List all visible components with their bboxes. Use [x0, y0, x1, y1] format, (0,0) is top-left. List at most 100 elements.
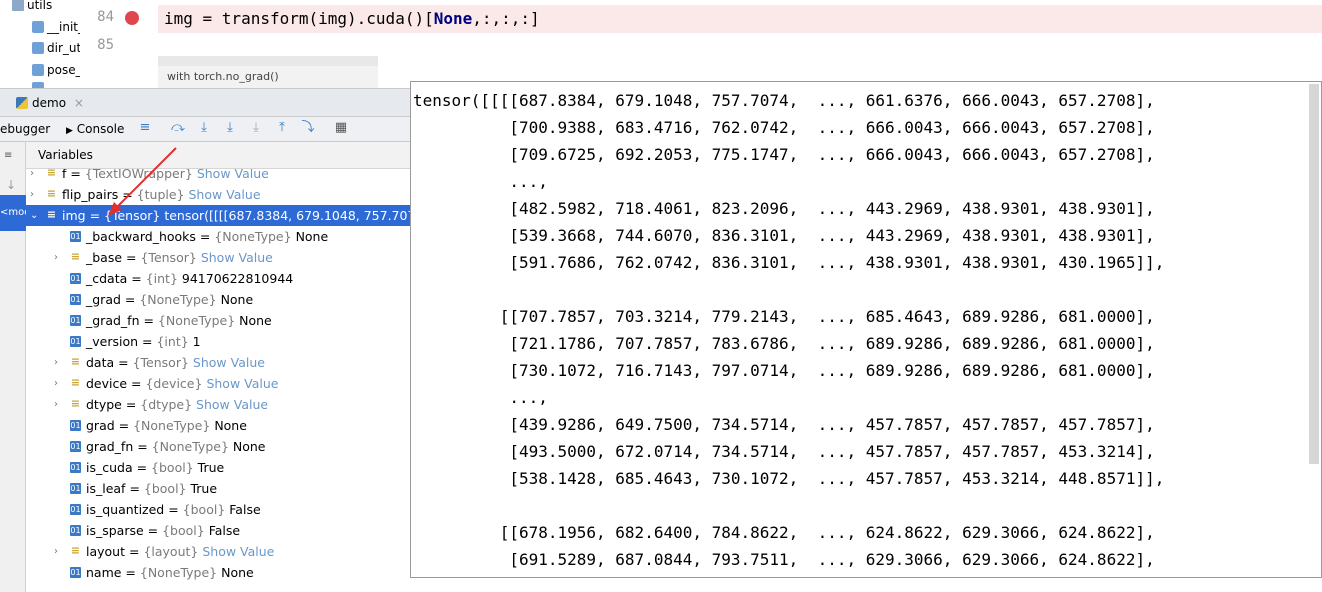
equals-sign: = — [138, 334, 157, 349]
expand-arrow-icon[interactable]: › — [54, 352, 58, 373]
equals-sign: = — [125, 481, 144, 496]
variable-row[interactable]: 01 grad_fn = {NoneType} None — [26, 436, 410, 457]
variable-list-icon: ≡ — [46, 169, 57, 179]
expand-arrow-icon[interactable]: › — [30, 184, 34, 205]
equals-sign: = — [132, 460, 152, 475]
variable-name: dtype — [86, 397, 122, 412]
step-out-icon[interactable]: ⤒ — [275, 121, 289, 135]
variable-name: device — [86, 376, 128, 391]
variable-primitive-icon: 01 — [70, 441, 81, 452]
show-value-link[interactable]: Show Value — [188, 187, 260, 202]
variable-value: True — [190, 481, 218, 496]
tensor-value-popup[interactable]: tensor([[[[687.8384, 679.1048, 757.7074,… — [410, 81, 1322, 578]
variable-type: {NoneType} — [157, 313, 236, 328]
variable-name: _grad — [86, 292, 121, 307]
run-to-cursor-icon[interactable]: ⤵ — [301, 121, 315, 135]
equals-sign: = — [125, 544, 144, 559]
variable-row[interactable]: 01 grad = {NoneType} None — [26, 415, 410, 436]
variable-row[interactable]: 01 is_leaf = {bool} True — [26, 478, 410, 499]
tab-demo[interactable]: demo × — [16, 94, 84, 112]
tab-debugger[interactable]: ebugger — [0, 122, 50, 136]
tree-folder-utils[interactable]: utils — [12, 0, 52, 15]
variable-name: layout — [86, 544, 126, 559]
variable-primitive-icon: 01 — [70, 336, 81, 347]
variable-type: {bool} — [151, 460, 194, 475]
equals-sign: = — [121, 397, 141, 412]
expand-arrow-icon[interactable]: › — [54, 247, 58, 268]
equals-sign: = — [139, 313, 158, 328]
step-over-icon[interactable]: ⤼ — [171, 121, 185, 135]
variable-value: None — [239, 313, 272, 328]
variable-row[interactable]: 01 _grad_fn = {NoneType} None — [26, 310, 410, 331]
close-icon[interactable]: × — [74, 96, 84, 110]
variable-value: tensor([[[[687.8384, 679.1048, 757.7074,… — [164, 208, 410, 223]
variable-primitive-icon: 01 — [70, 420, 81, 431]
step-into-icon[interactable]: ⤓ — [197, 121, 211, 135]
expand-arrow-icon[interactable]: › — [54, 373, 58, 394]
equals-sign: = — [133, 439, 152, 454]
breakpoint-icon[interactable] — [125, 11, 139, 25]
frame-selected[interactable]: <mod — [0, 195, 26, 231]
variable-type: {bool} — [162, 523, 205, 538]
debug-toolbar: ebugger ▶ Console ≡ ⤼ ⤓ ⤓ ⤓ ⤒ ⤵ ▦ — [0, 117, 410, 142]
variable-list-icon: ≡ — [70, 376, 81, 389]
equals-sign: = — [121, 565, 140, 580]
variable-type: {Tensor} — [132, 355, 189, 370]
variable-list-icon: ≡ — [46, 187, 57, 200]
python-file-icon — [32, 64, 44, 76]
variable-type: {NoneType} — [133, 418, 211, 433]
expand-arrow-icon[interactable]: ⌄ — [30, 205, 38, 226]
down-arrow-icon[interactable]: ↓ — [6, 178, 16, 192]
variable-row[interactable]: 01 is_sparse = {bool} False — [26, 520, 410, 541]
tree-file[interactable]: __init_ — [32, 17, 80, 37]
expand-arrow-icon[interactable]: › — [54, 394, 58, 415]
variable-row[interactable]: › ≡ data = {Tensor} Show Value — [26, 352, 410, 373]
show-value-link[interactable]: Show Value — [202, 544, 274, 559]
variable-name: is_leaf — [86, 481, 126, 496]
equals-sign: = — [114, 418, 134, 433]
expand-arrow-icon[interactable]: › — [30, 169, 34, 184]
variable-name: grad_fn — [86, 439, 134, 454]
show-value-link[interactable]: Show Value — [196, 397, 268, 412]
variable-row[interactable]: 01 is_quantized = {bool} False — [26, 499, 410, 520]
variable-row[interactable]: › ≡ device = {device} Show Value — [26, 373, 410, 394]
variables-list: › ≡ f = {TextIOWrapper} Show Value › ≡ flip_p… — [26, 169, 410, 592]
step-into-my-code-icon[interactable]: ⤓ — [223, 121, 237, 135]
show-value-link[interactable]: Show Value — [206, 376, 278, 391]
force-step-into-icon[interactable]: ⤓ — [249, 121, 263, 135]
variable-row[interactable]: 01 _grad = {NoneType} None — [26, 289, 410, 310]
evaluate-expression-icon[interactable]: ▦ — [334, 121, 348, 135]
variable-row[interactable]: 01 _cdata = {int} 94170622810944 — [26, 268, 410, 289]
show-value-link[interactable]: Show Value — [197, 169, 269, 181]
code-line-84[interactable]: img = transform(img).cuda()[None,:,:,:] — [164, 9, 540, 28]
tensor-text: tensor([[[[687.8384, 679.1048, 757.7074,… — [413, 91, 1165, 569]
editor-gutter: 84 85 — [80, 0, 159, 88]
variable-type: {NoneType} — [139, 292, 217, 307]
variable-row[interactable]: 01 is_cuda = {bool} True — [26, 457, 410, 478]
tree-file[interactable]: - — [32, 78, 51, 88]
tree-file[interactable]: dir_ut — [32, 38, 80, 58]
variable-row[interactable]: › ≡ layout = {layout} Show Value — [26, 541, 410, 562]
variable-name: _base — [86, 250, 123, 265]
expand-arrow-icon[interactable]: › — [54, 541, 58, 562]
variable-value: None — [221, 565, 254, 580]
python-file-icon — [32, 42, 44, 54]
variable-type: {Tensor} — [140, 250, 197, 265]
variable-row[interactable]: 01 _version = {int} 1 — [26, 331, 410, 352]
show-value-link[interactable]: Show Value — [193, 355, 265, 370]
variable-row[interactable]: › ≡ _base = {Tensor} Show Value — [26, 247, 410, 268]
variable-row[interactable]: 01 name = {NoneType} None — [26, 562, 410, 583]
variable-primitive-icon: 01 — [70, 231, 81, 242]
menu-icon[interactable]: ≡ — [138, 121, 152, 135]
popup-scrollbar[interactable] — [1309, 84, 1319, 464]
tree-file[interactable]: pose_ — [32, 60, 80, 80]
show-value-link[interactable]: Show Value — [201, 250, 273, 265]
variable-name: _cdata — [86, 271, 128, 286]
variable-type: {device} — [145, 376, 203, 391]
frames-icon[interactable]: ≡ — [4, 150, 12, 161]
variable-type: {bool} — [182, 502, 226, 517]
variable-primitive-icon: 01 — [70, 504, 81, 515]
tab-console[interactable]: ▶ Console — [66, 122, 124, 136]
variable-row[interactable]: › ≡ dtype = {dtype} Show Value — [26, 394, 410, 415]
variable-value: None — [220, 292, 254, 307]
